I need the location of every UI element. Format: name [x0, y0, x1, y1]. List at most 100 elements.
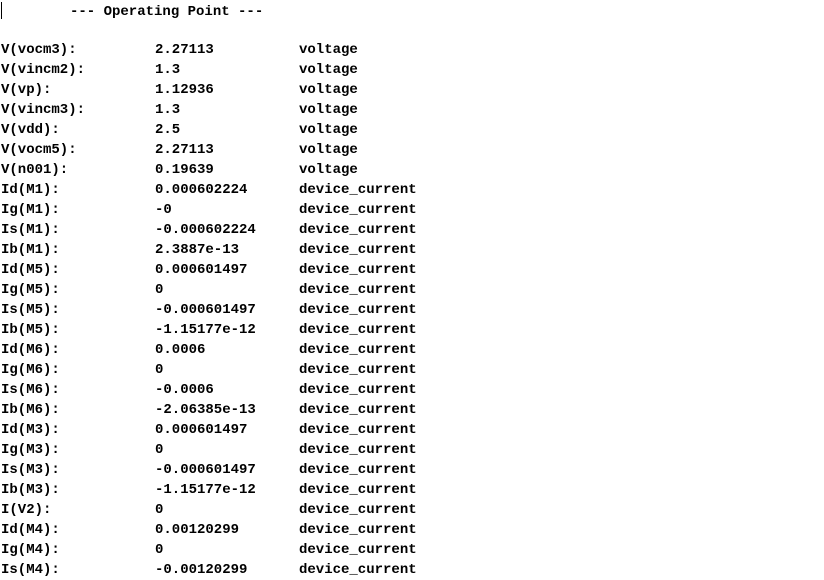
- op-row-type: voltage: [299, 122, 358, 138]
- op-row-name: Ig(M1):: [1, 202, 60, 218]
- op-row-value: 0.00120299: [155, 522, 240, 538]
- op-row: Id(M5): 0.000601497 device_current: [0, 260, 824, 280]
- op-row: Id(M4): 0.00120299 device_current: [0, 520, 824, 540]
- op-row: I(V2): 0 device_current: [0, 500, 824, 520]
- op-row-name: V(n001):: [1, 162, 69, 178]
- op-row-value: -0.00120299: [155, 562, 248, 578]
- op-row-value: -2.06385e-13: [155, 402, 256, 418]
- op-row-type: device_current: [299, 222, 417, 238]
- op-row-type: device_current: [299, 382, 417, 398]
- op-row-name: Id(M3):: [1, 422, 60, 438]
- op-row-name: Is(M4):: [1, 562, 60, 578]
- op-row-name: V(vocm5):: [1, 142, 77, 158]
- op-row-type: device_current: [299, 362, 417, 378]
- op-row-type: device_current: [299, 182, 417, 198]
- op-row-name: Ib(M5):: [1, 322, 60, 338]
- op-row-type: device_current: [299, 482, 417, 498]
- op-row-type: device_current: [299, 322, 417, 338]
- op-row-name: Ig(M5):: [1, 282, 60, 298]
- op-row-value: -1.15177e-12: [155, 322, 256, 338]
- op-row: V(vincm3): 1.3 voltage: [0, 100, 824, 120]
- op-row-type: device_current: [299, 242, 417, 258]
- op-row-value: 0: [155, 502, 164, 518]
- op-row: V(vocm5): 2.27113 voltage: [0, 140, 824, 160]
- op-row-type: device_current: [299, 502, 417, 518]
- op-row: V(vdd): 2.5 voltage: [0, 120, 824, 140]
- op-row-name: Is(M3):: [1, 462, 60, 478]
- op-row-type: device_current: [299, 522, 417, 538]
- op-row-type: voltage: [299, 142, 358, 158]
- op-row-name: Id(M1):: [1, 182, 60, 198]
- op-row-value: 1.12936: [155, 82, 214, 98]
- op-row-name: Is(M1):: [1, 222, 60, 238]
- op-row-name: Is(M5):: [1, 302, 60, 318]
- op-row-name: Ig(M6):: [1, 362, 60, 378]
- op-row-type: device_current: [299, 422, 417, 438]
- op-row-value: 2.3887e-13: [155, 242, 240, 258]
- op-row: Ig(M4): 0 device_current: [0, 540, 824, 560]
- op-row-type: voltage: [299, 102, 358, 118]
- op-row-name: I(V2):: [1, 502, 52, 518]
- op-row-type: voltage: [299, 162, 358, 178]
- op-row: V(n001): 0.19639 voltage: [0, 160, 824, 180]
- op-row-value: 0.000601497: [155, 262, 248, 278]
- op-row-name: V(vp):: [1, 82, 52, 98]
- op-row-value: 0: [155, 282, 164, 298]
- op-row-name: Ib(M1):: [1, 242, 60, 258]
- op-row: Ib(M5): -1.15177e-12 device_current: [0, 320, 824, 340]
- op-row-value: 0: [155, 442, 164, 458]
- op-row-name: V(vincm2):: [1, 62, 86, 78]
- op-row: Ib(M6): -2.06385e-13 device_current: [0, 400, 824, 420]
- op-row-value: -1.15177e-12: [155, 482, 256, 498]
- op-row: Ig(M3): 0 device_current: [0, 440, 824, 460]
- op-row-name: Id(M4):: [1, 522, 60, 538]
- op-row-value: 0.000601497: [155, 422, 248, 438]
- operating-point-table: V(vocm3): 2.27113 voltage V(vincm2): 1.3 volt…: [0, 40, 824, 580]
- op-row: Ig(M6): 0 device_current: [0, 360, 824, 380]
- op-row-type: device_current: [299, 542, 417, 558]
- op-row: Ig(M5): 0 device_current: [0, 280, 824, 300]
- op-row-value: 1.3: [155, 102, 181, 118]
- op-row-value: -0.0006: [155, 382, 214, 398]
- op-row: Ig(M1): -0 device_current: [0, 200, 824, 220]
- op-row-name: V(vocm3):: [1, 42, 77, 58]
- op-row: Is(M6): -0.0006 device_current: [0, 380, 824, 400]
- op-row: Ib(M1): 2.3887e-13 device_current: [0, 240, 824, 260]
- operating-point-header: --- Operating Point ---: [70, 4, 264, 20]
- op-row-value: 0.19639: [155, 162, 214, 178]
- op-row-value: -0.000601497: [155, 302, 256, 318]
- op-row-type: device_current: [299, 202, 417, 218]
- op-row-name: Id(M6):: [1, 342, 60, 358]
- op-row-type: device_current: [299, 562, 417, 578]
- op-row: Is(M5): -0.000601497 device_current: [0, 300, 824, 320]
- op-row: V(vincm2): 1.3 voltage: [0, 60, 824, 80]
- op-row-value: 0: [155, 362, 164, 378]
- op-row-value: 0.000602224: [155, 182, 248, 198]
- op-row-name: Ig(M3):: [1, 442, 60, 458]
- op-row: Id(M1): 0.000602224 device_current: [0, 180, 824, 200]
- op-row-value: 1.3: [155, 62, 181, 78]
- op-row: Is(M3): -0.000601497 device_current: [0, 460, 824, 480]
- op-row-value: -0: [155, 202, 172, 218]
- op-row: Id(M3): 0.000601497 device_current: [0, 420, 824, 440]
- op-row-type: device_current: [299, 282, 417, 298]
- op-row-name: Ib(M6):: [1, 402, 60, 418]
- op-row-value: 2.27113: [155, 42, 214, 58]
- op-row: Id(M6): 0.0006 device_current: [0, 340, 824, 360]
- op-row-name: V(vincm3):: [1, 102, 86, 118]
- op-row-type: device_current: [299, 302, 417, 318]
- op-row: V(vocm3): 2.27113 voltage: [0, 40, 824, 60]
- op-row: V(vp): 1.12936 voltage: [0, 80, 824, 100]
- op-row-type: voltage: [299, 82, 358, 98]
- op-row: Is(M1): -0.000602224 device_current: [0, 220, 824, 240]
- op-row-value: 2.5: [155, 122, 181, 138]
- op-row-value: 0: [155, 542, 164, 558]
- op-row-name: Id(M5):: [1, 262, 60, 278]
- op-row-name: Ib(M3):: [1, 482, 60, 498]
- op-row-name: Is(M6):: [1, 382, 60, 398]
- op-row-type: voltage: [299, 42, 358, 58]
- text-cursor: [1, 2, 2, 19]
- op-row-type: device_current: [299, 402, 417, 418]
- op-row: Ib(M3): -1.15177e-12 device_current: [0, 480, 824, 500]
- op-row-name: V(vdd):: [1, 122, 60, 138]
